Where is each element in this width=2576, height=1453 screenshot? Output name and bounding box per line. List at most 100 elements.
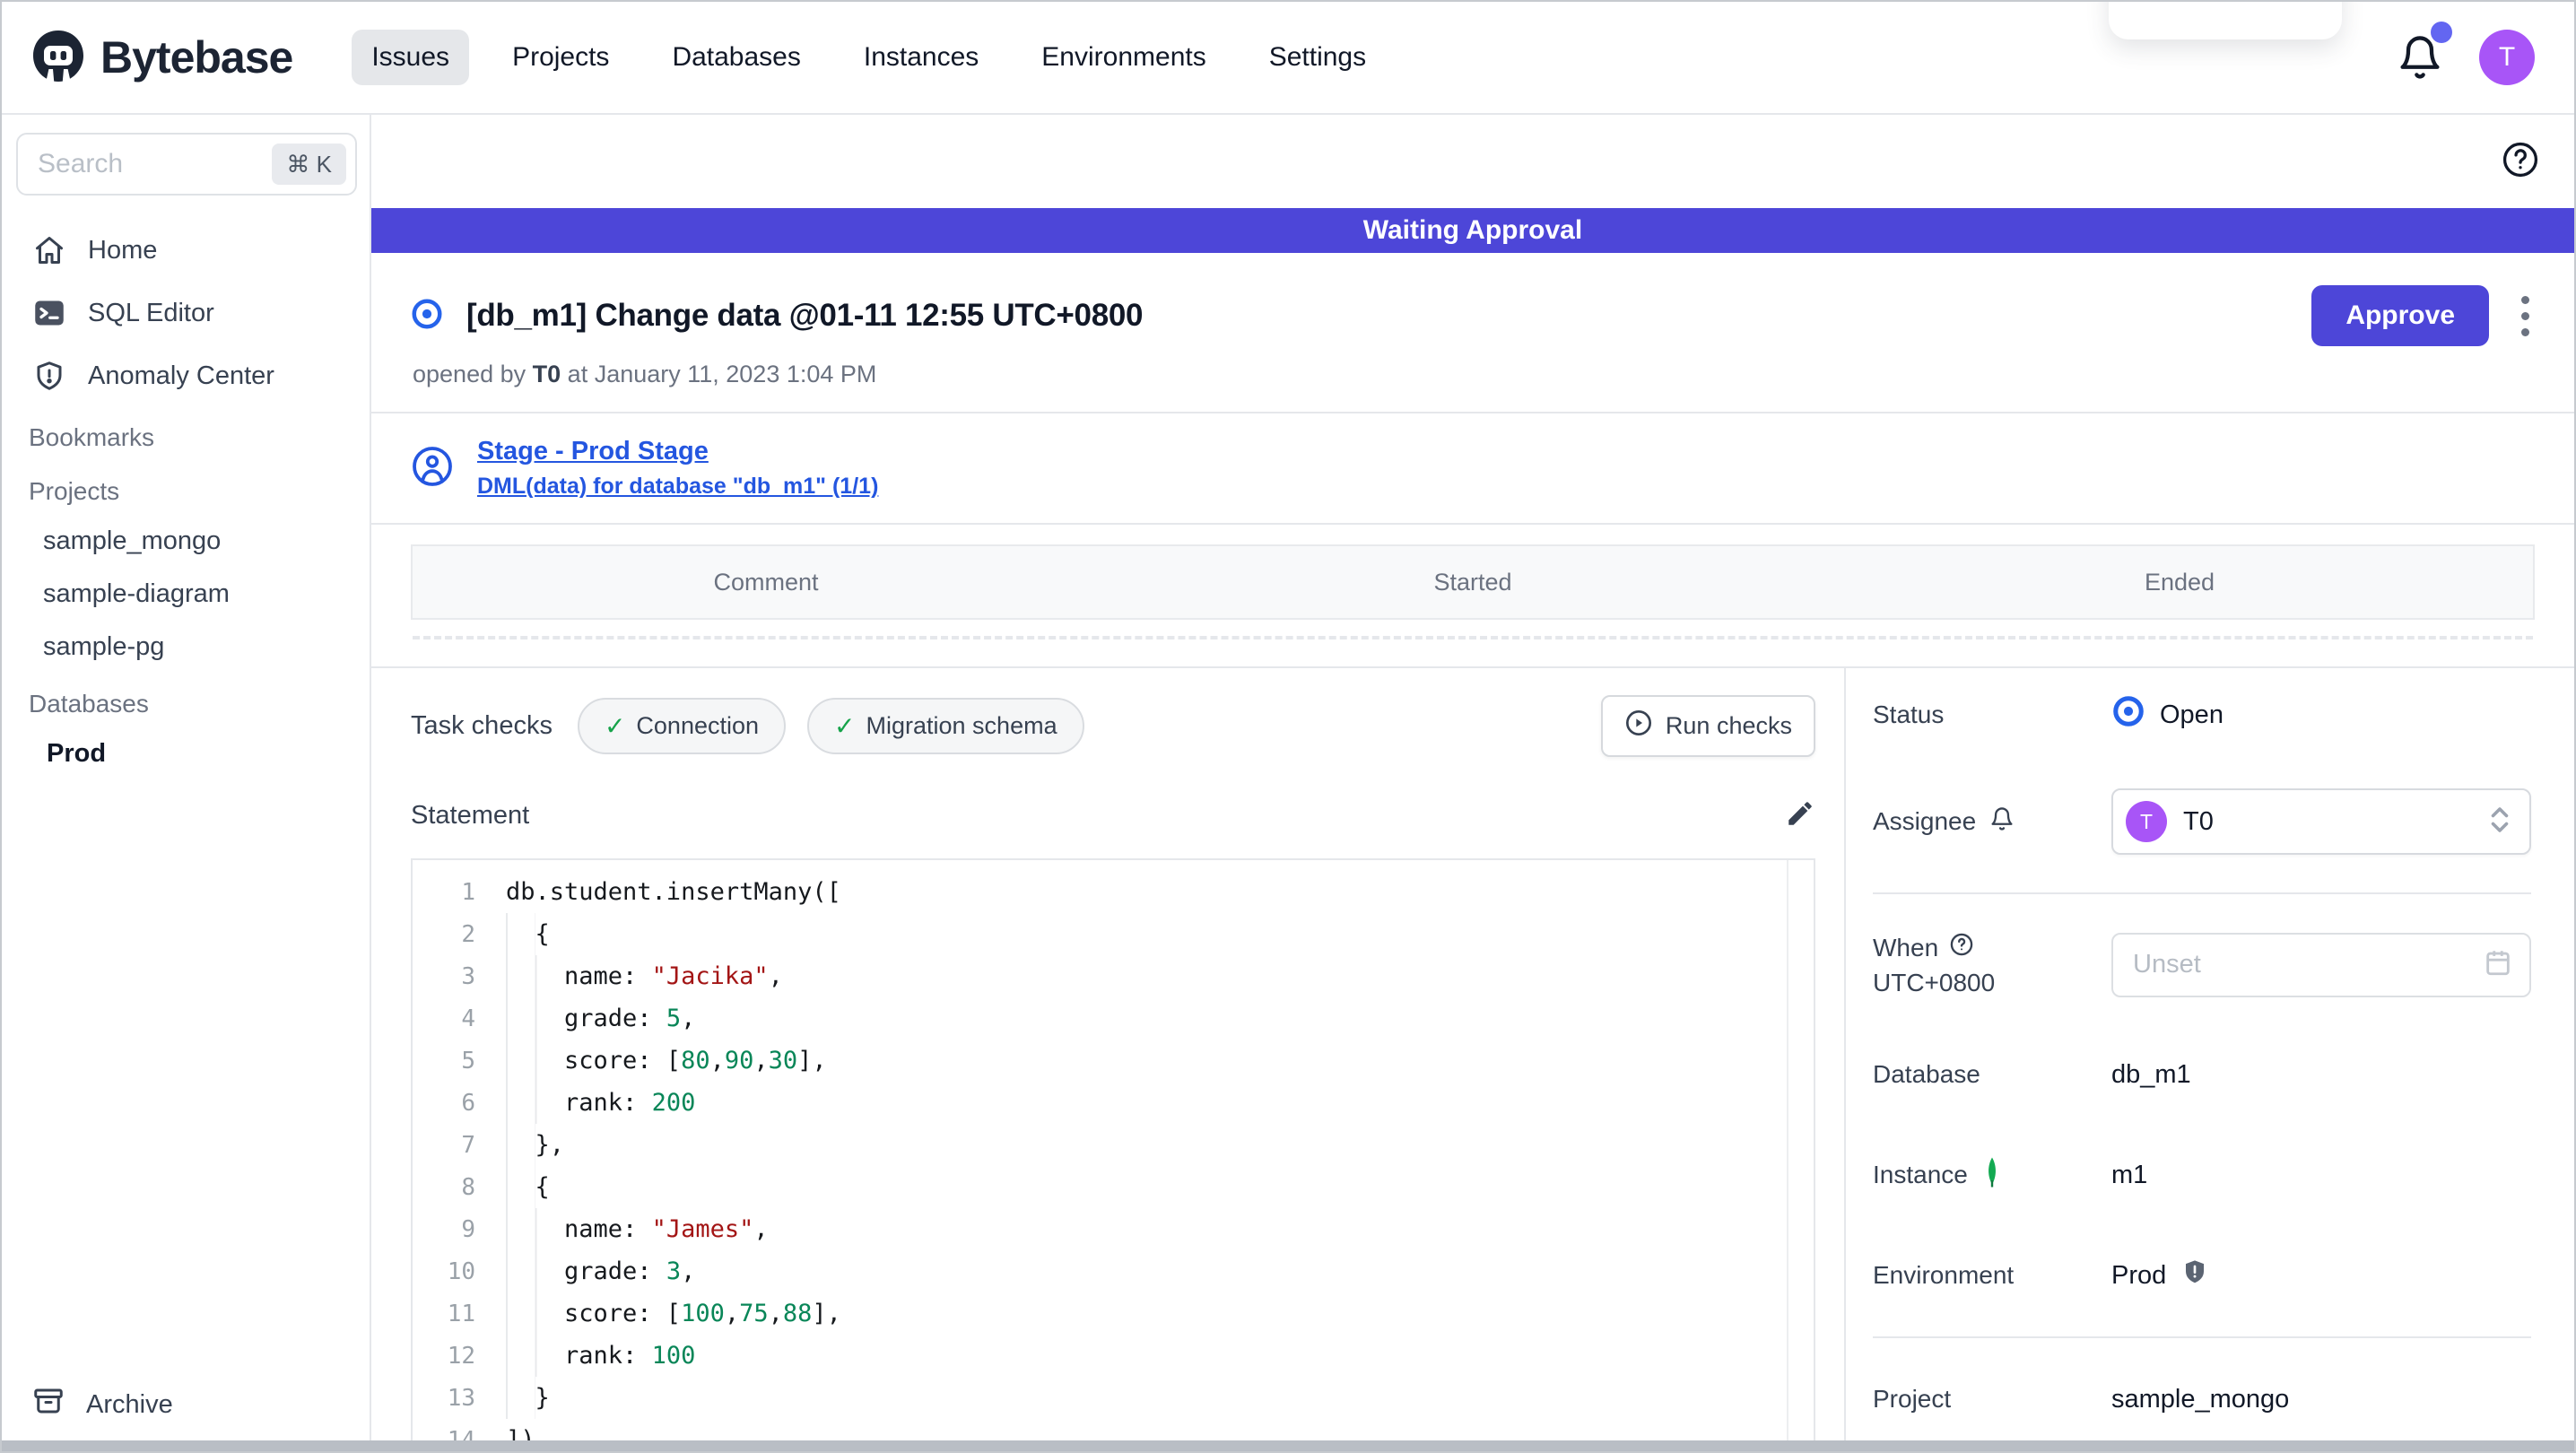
code-line: 5 score: [80, 90, 30],	[413, 1040, 1814, 1082]
status-banner: Waiting Approval	[371, 208, 2574, 253]
notification-bell-icon[interactable]	[2397, 22, 2452, 83]
help-icon[interactable]	[2501, 140, 2540, 184]
horizontal-scrollbar[interactable]	[2, 1440, 2574, 1451]
statement-label: Statement	[411, 801, 530, 830]
code-line: 7},	[413, 1124, 1814, 1166]
instance-value[interactable]: m1	[2111, 1161, 2531, 1190]
environment-value[interactable]: Prod	[2111, 1261, 2166, 1291]
assignee-select[interactable]: T T0	[2111, 788, 2531, 855]
database-value[interactable]: db_m1	[2111, 1060, 2531, 1090]
status-label: Status	[1873, 700, 1945, 728]
main-content: Waiting Approval [db_m1] Change data @01…	[371, 115, 2574, 1451]
when-datepicker[interactable]	[2111, 932, 2531, 997]
sidebar-item-label: Archive	[86, 1389, 173, 1419]
code-line: 12 rank: 100	[413, 1335, 1814, 1377]
shield-alert-icon	[32, 359, 66, 393]
search-shortcut-badge: ⌘ K	[272, 144, 346, 185]
column-comment: Comment	[713, 568, 819, 596]
nav-tab-issues[interactable]: Issues	[352, 30, 470, 85]
nav-tab-environments[interactable]: Environments	[1022, 30, 1225, 85]
terminal-icon	[32, 296, 66, 330]
nav-tab-instances[interactable]: Instances	[844, 30, 998, 85]
issue-creator: T0	[532, 361, 561, 387]
database-label: Database	[1873, 1060, 1980, 1088]
sidebar-item-archive[interactable]: Archive	[2, 1365, 370, 1451]
sidebar-item-label: SQL Editor	[88, 298, 214, 327]
sidebar-item-anomaly-center[interactable]: Anomaly Center	[2, 344, 370, 407]
code-line: 3 name: "Jacika",	[413, 955, 1814, 997]
user-avatar[interactable]: T	[2479, 30, 2535, 85]
column-started: Started	[1433, 568, 1512, 596]
assignee-bell-icon	[1989, 805, 2015, 839]
left-sidebar: ⌘ K Home SQL Editor	[2, 115, 371, 1451]
check-success-icon: ✓	[604, 712, 626, 740]
sidebar-project-sample-diagram[interactable]: sample-diagram	[2, 568, 370, 621]
sidebar-item-home[interactable]: Home	[2, 219, 370, 282]
run-checks-button[interactable]: Run checks	[1600, 695, 1815, 757]
top-header: Bytebase Issues Projects Databases Insta…	[2, 2, 2574, 115]
sidebar-section-bookmarks: Bookmarks	[29, 423, 155, 451]
code-line: 8{	[413, 1166, 1814, 1208]
bytebase-window: Bytebase Issues Projects Databases Insta…	[0, 0, 2576, 1453]
code-lines: 1 db.student.insertMany([ 2{3 name: "Jacika…	[413, 871, 1814, 1449]
assignee-value: T0	[2183, 806, 2214, 836]
issue-title: [db_m1] Change data @01-11 12:55 UTC+080…	[466, 298, 1144, 333]
task-link[interactable]: DML(data) for database "db_m1" (1/1)	[477, 474, 878, 500]
task-run-table-empty	[413, 620, 2533, 639]
assignee-label: Assignee	[1873, 807, 1977, 835]
sidebar-project-sample-mongo[interactable]: sample_mongo	[2, 515, 370, 568]
project-value[interactable]: sample_mongo	[2111, 1385, 2531, 1414]
sidebar-section-projects: Projects	[29, 477, 120, 505]
assignee-avatar: T	[2126, 801, 2167, 842]
task-detail-panel: Task checks ✓ Connection ✓ Migration sch…	[371, 668, 1846, 1451]
sidebar-item-sql-editor[interactable]: SQL Editor	[2, 282, 370, 344]
chevron-up-down-icon	[2486, 804, 2513, 840]
check-success-icon: ✓	[834, 712, 856, 740]
ghost-tooltip	[2109, 2, 2342, 39]
code-line: 2{	[413, 913, 1814, 955]
issue-sidebar: Status Open Assignee T T0 When UTC+0800 …	[1846, 668, 2574, 1451]
instance-label: Instance	[1873, 1161, 1968, 1188]
code-line: 1 db.student.insertMany([	[461, 878, 841, 906]
column-ended: Ended	[2144, 568, 2215, 596]
issue-open-icon	[411, 298, 443, 335]
nav-tab-databases[interactable]: Databases	[652, 30, 820, 85]
editor-scrollbar[interactable]	[1787, 860, 1788, 1449]
when-label: When	[1873, 933, 1939, 961]
sidebar-database-prod[interactable]: Prod	[2, 727, 370, 780]
sidebar-project-sample-pg[interactable]: sample-pg	[2, 621, 370, 674]
code-line: 6 rank: 200	[413, 1082, 1814, 1124]
notification-dot	[2431, 22, 2452, 43]
play-circle-icon	[1624, 709, 1653, 744]
project-label: Project	[1873, 1385, 1952, 1413]
edit-statement-icon[interactable]	[1785, 798, 1815, 833]
nav-tab-settings[interactable]: Settings	[1249, 30, 1386, 85]
stage-link[interactable]: Stage - Prod Stage	[477, 437, 878, 466]
approve-button[interactable]: Approve	[2311, 285, 2489, 346]
statement-editor[interactable]: 1 db.student.insertMany([ 2{3 name: "Jacika…	[411, 858, 1815, 1451]
code-line: 11 score: [100, 75, 88],	[413, 1292, 1814, 1335]
main-nav: Issues Projects Databases Instances Envi…	[352, 30, 1386, 85]
when-input[interactable]	[2133, 950, 2483, 979]
code-line: 13}	[413, 1377, 1814, 1419]
task-checks-label: Task checks	[411, 711, 553, 740]
archive-icon	[32, 1385, 65, 1424]
code-line: 9 name: "James",	[413, 1208, 1814, 1250]
calendar-icon	[2483, 947, 2513, 982]
bytebase-logo[interactable]: Bytebase	[29, 29, 293, 86]
brand-name: Bytebase	[100, 32, 293, 83]
code-line: 10 grade: 3,	[413, 1250, 1814, 1292]
more-options-icon[interactable]	[2512, 289, 2538, 344]
environment-label: Environment	[1873, 1261, 2015, 1289]
check-migration-schema[interactable]: ✓ Migration schema	[807, 698, 1084, 754]
check-connection[interactable]: ✓ Connection	[577, 698, 787, 754]
sidebar-section-databases: Databases	[29, 690, 149, 718]
status-value: Open	[2160, 700, 2224, 729]
code-line: 4 grade: 5,	[413, 997, 1814, 1040]
sidebar-item-label: Anomaly Center	[88, 361, 274, 390]
nav-tab-projects[interactable]: Projects	[492, 30, 629, 85]
stage-section: Stage - Prod Stage DML(data) for databas…	[371, 413, 2574, 523]
mongodb-leaf-icon	[1980, 1156, 2004, 1195]
sidebar-item-label: Home	[88, 235, 158, 265]
task-run-table: Comment Started Ended	[411, 544, 2535, 639]
